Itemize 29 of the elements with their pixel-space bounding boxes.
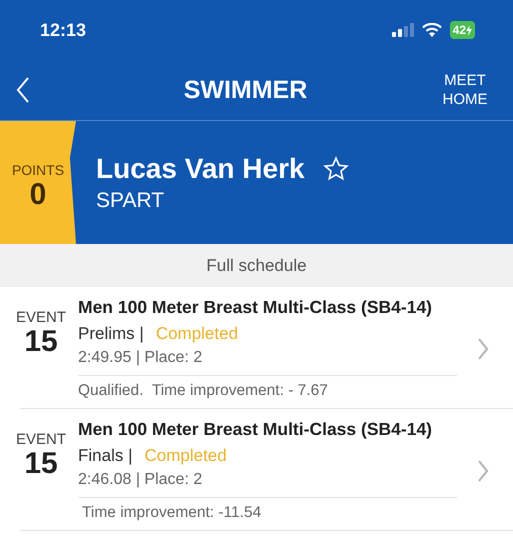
back-icon — [16, 77, 30, 103]
favorite-button[interactable] — [322, 156, 349, 182]
event-result: 2:49.95 | Place: 2 — [78, 349, 457, 376]
chevron-right-icon — [477, 338, 489, 360]
meet-home-button[interactable]: MEET HOME — [431, 71, 499, 109]
event-status: Completed — [156, 324, 238, 344]
bolt-icon — [466, 24, 472, 36]
round-name: Prelims | — [78, 324, 144, 344]
full-schedule-button[interactable]: Full schedule — [200, 254, 313, 276]
round-name: Finals | — [78, 446, 132, 466]
event-result: 2:46.08 | Place: 2 — [78, 471, 457, 498]
chevron-right-icon — [477, 460, 489, 482]
swimmer-name: Lucas Van Herk — [96, 153, 305, 185]
event-note: Qualified. Time improvement: - 7.67 — [78, 382, 329, 400]
battery-icon: 42 — [450, 21, 475, 39]
event-number: 15 — [24, 448, 58, 480]
event-title: Men 100 Meter Breast Multi-Class (SB4-14) — [78, 419, 433, 440]
signal-icon — [392, 23, 414, 37]
points-label: POINTS — [12, 162, 64, 178]
wifi-icon — [422, 22, 442, 38]
event-title: Men 100 Meter Breast Multi-Class (SB4-14) — [78, 297, 433, 318]
clock-time: 12:13 — [40, 20, 86, 40]
team-name: SPART — [96, 189, 166, 213]
event-note: Time improvement: -11.54 — [81, 504, 262, 522]
points-value: 0 — [30, 178, 46, 212]
screen-title: SWIMMER — [182, 76, 308, 104]
event-number: 15 — [24, 326, 58, 358]
star-icon — [322, 156, 349, 182]
event-status: Completed — [144, 446, 227, 466]
